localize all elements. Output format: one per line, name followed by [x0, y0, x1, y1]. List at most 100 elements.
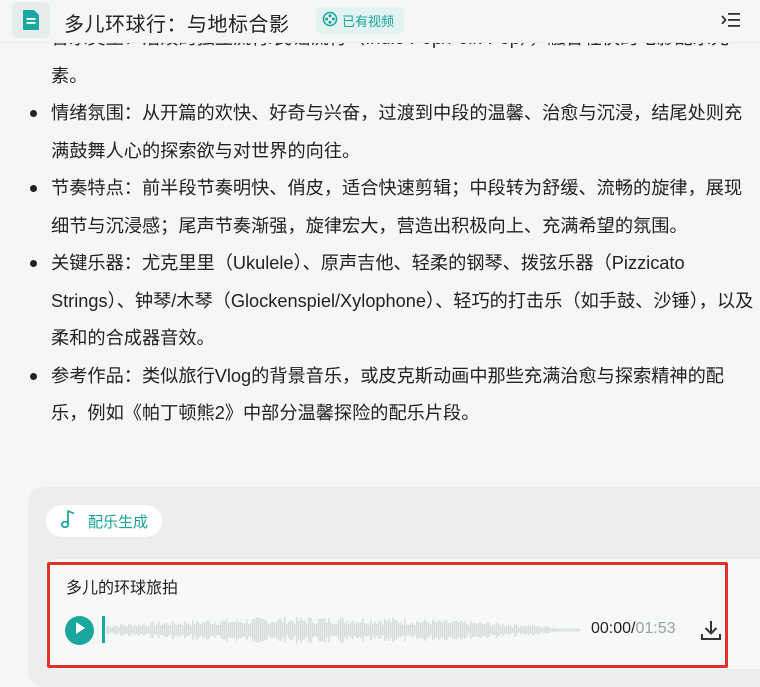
waveform-bar [490, 626, 492, 634]
waveform-bar [384, 619, 386, 641]
waveform-bar [174, 623, 176, 637]
waveform-bar [576, 628, 578, 632]
waveform-bar [116, 625, 118, 635]
waveform-bar [158, 621, 160, 639]
waveform-bar [504, 626, 506, 634]
waveform-bar [546, 626, 548, 634]
waveform-bar [160, 625, 162, 635]
waveform-bar [126, 626, 128, 634]
video-status-badge[interactable]: 已有视频 [316, 7, 405, 34]
playhead[interactable] [102, 616, 105, 643]
waveform-bar [448, 623, 450, 637]
waveform-bar [530, 626, 532, 634]
waveform-bar [398, 623, 400, 637]
download-icon[interactable] [698, 617, 724, 643]
music-note-icon [60, 509, 78, 533]
waveform-bar [220, 622, 222, 638]
waveform-bar [466, 623, 468, 637]
music-generation-tag[interactable]: 配乐生成 [46, 505, 163, 537]
waveform-bar [364, 623, 366, 637]
waveform-bar [444, 619, 446, 641]
waveform-bar [132, 626, 134, 634]
waveform-bar [180, 624, 182, 636]
waveform-bar [572, 628, 574, 632]
waveform-bar [400, 622, 402, 638]
waveform-bar [284, 617, 286, 643]
waveform-bar [282, 622, 284, 638]
waveform-bar [144, 624, 146, 636]
waveform-bar [458, 622, 460, 638]
waveform-bar [494, 624, 496, 636]
waveform-bar [476, 624, 478, 636]
waveform-bar [186, 623, 188, 637]
waveform-bar [510, 625, 512, 635]
waveform-bar [426, 621, 428, 639]
waveform-bar [374, 621, 376, 639]
list-item: 参考作品：类似旅行Vlog的背景音乐，或皮克斯动画中那些充满治愈与探索精神的配乐… [30, 358, 760, 433]
waveform-bar [162, 624, 164, 636]
waveform-bar [262, 619, 264, 641]
waveform-bar [236, 619, 238, 641]
waveform-bar [110, 627, 112, 633]
waveform-bar [190, 625, 192, 635]
waveform-bar [234, 622, 236, 638]
waveform-bar [150, 622, 152, 638]
waveform-bar [244, 623, 246, 637]
waveform-bar [526, 626, 528, 634]
waveform-bar [382, 624, 384, 636]
waveform-bar [156, 624, 158, 636]
waveform-bar [404, 618, 406, 642]
list-collapse-icon[interactable] [718, 9, 744, 31]
waveform-bar [472, 623, 474, 637]
waveform-bar [566, 628, 568, 632]
waveform-bar [324, 617, 326, 643]
waveform-bar [522, 626, 524, 634]
waveform-bar [182, 625, 184, 635]
waveform-bar [346, 620, 348, 640]
waveform-bar [334, 623, 336, 637]
waveform-bar [172, 620, 174, 640]
waveform-bar [420, 622, 422, 638]
waveform-bar [344, 623, 346, 637]
waveform-bar [480, 622, 482, 638]
waveform-bar [176, 624, 178, 636]
waveform-bar [120, 624, 122, 636]
waveform-bar [142, 624, 144, 636]
waveform-bar [164, 623, 166, 637]
play-button[interactable] [65, 616, 94, 645]
waveform-bar [208, 621, 210, 639]
waveform-bar [288, 621, 290, 639]
waveform-bar [290, 619, 292, 641]
waveform-bar [418, 622, 420, 638]
waveform-bar [312, 622, 314, 638]
waveform-bar [322, 619, 324, 641]
waveform-bar [294, 623, 296, 637]
waveform-bar [320, 618, 322, 642]
waveform-bar [198, 622, 200, 638]
list-item: 节奏特点：前半段节奏明快、俏皮，适合快速剪辑；中段转为舒缓、流畅的旋律，展现细节… [30, 170, 760, 245]
badge-label: 已有视频 [342, 14, 395, 29]
waveform-bar [484, 624, 486, 636]
waveform-bar [568, 628, 570, 632]
waveform-bar [300, 617, 302, 643]
waveform-bar [348, 624, 350, 636]
waveform-bar [550, 628, 552, 632]
waveform-bar [520, 625, 522, 635]
waveform-scrubber[interactable] [106, 612, 580, 648]
waveform-bar [138, 624, 140, 636]
waveform-bar [170, 625, 172, 635]
waveform-bar [260, 618, 262, 642]
waveform-bar [536, 626, 538, 634]
waveform-bar [428, 622, 430, 638]
waveform-bar [558, 628, 560, 632]
waveform-bar [134, 624, 136, 636]
waveform-bar [478, 622, 480, 638]
waveform-bar [416, 621, 418, 639]
waveform-bar [360, 622, 362, 638]
waveform-bar [578, 628, 580, 632]
waveform-bar [206, 620, 208, 640]
waveform-bar [258, 617, 260, 643]
waveform-bar [492, 624, 494, 636]
waveform-bar [464, 621, 466, 639]
waveform-bar [422, 621, 424, 639]
